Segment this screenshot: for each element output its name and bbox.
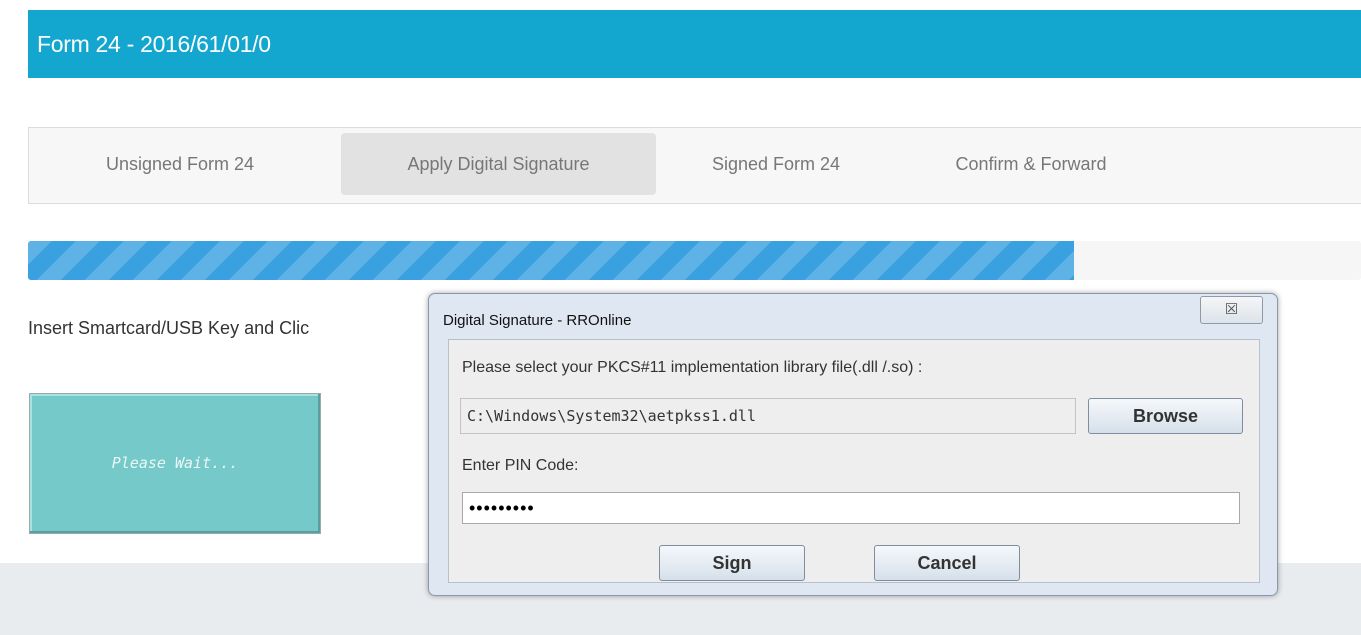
digital-signature-dialog: Digital Signature - RROnline ☒ Please se…	[428, 293, 1278, 596]
tab-apply-digital-signature[interactable]: Apply Digital Signature	[341, 133, 656, 195]
pin-label: Enter PIN Code:	[462, 457, 579, 474]
library-prompt-label: Please select your PKCS#11 implementatio…	[462, 359, 923, 376]
progress-bar	[28, 241, 1361, 280]
library-path-field[interactable]: C:\Windows\System32\aetpkss1.dll	[460, 398, 1076, 434]
dialog-body: Please select your PKCS#11 implementatio…	[448, 339, 1260, 583]
pin-field[interactable]: •••••••••	[462, 492, 1240, 524]
please-wait-button[interactable]: Please Wait...	[29, 393, 321, 534]
browse-button[interactable]: Browse	[1088, 398, 1243, 434]
page-title: Form 24 - 2016/61/01/0	[28, 10, 1361, 78]
progress-fill	[28, 241, 1075, 280]
close-icon[interactable]: ☒	[1200, 296, 1263, 324]
tab-confirm-forward[interactable]: Confirm & Forward	[923, 133, 1139, 195]
dialog-title: Digital Signature - RROnline	[443, 312, 632, 329]
tab-signed-form-24[interactable]: Signed Form 24	[685, 133, 867, 195]
tab-unsigned-form-24[interactable]: Unsigned Form 24	[85, 133, 275, 195]
sign-button[interactable]: Sign	[659, 545, 805, 581]
wizard-tabs: Unsigned Form 24 Apply Digital Signature…	[28, 127, 1361, 204]
cancel-button[interactable]: Cancel	[874, 545, 1020, 581]
instruction-text: Insert Smartcard/USB Key and Clic	[28, 318, 310, 338]
